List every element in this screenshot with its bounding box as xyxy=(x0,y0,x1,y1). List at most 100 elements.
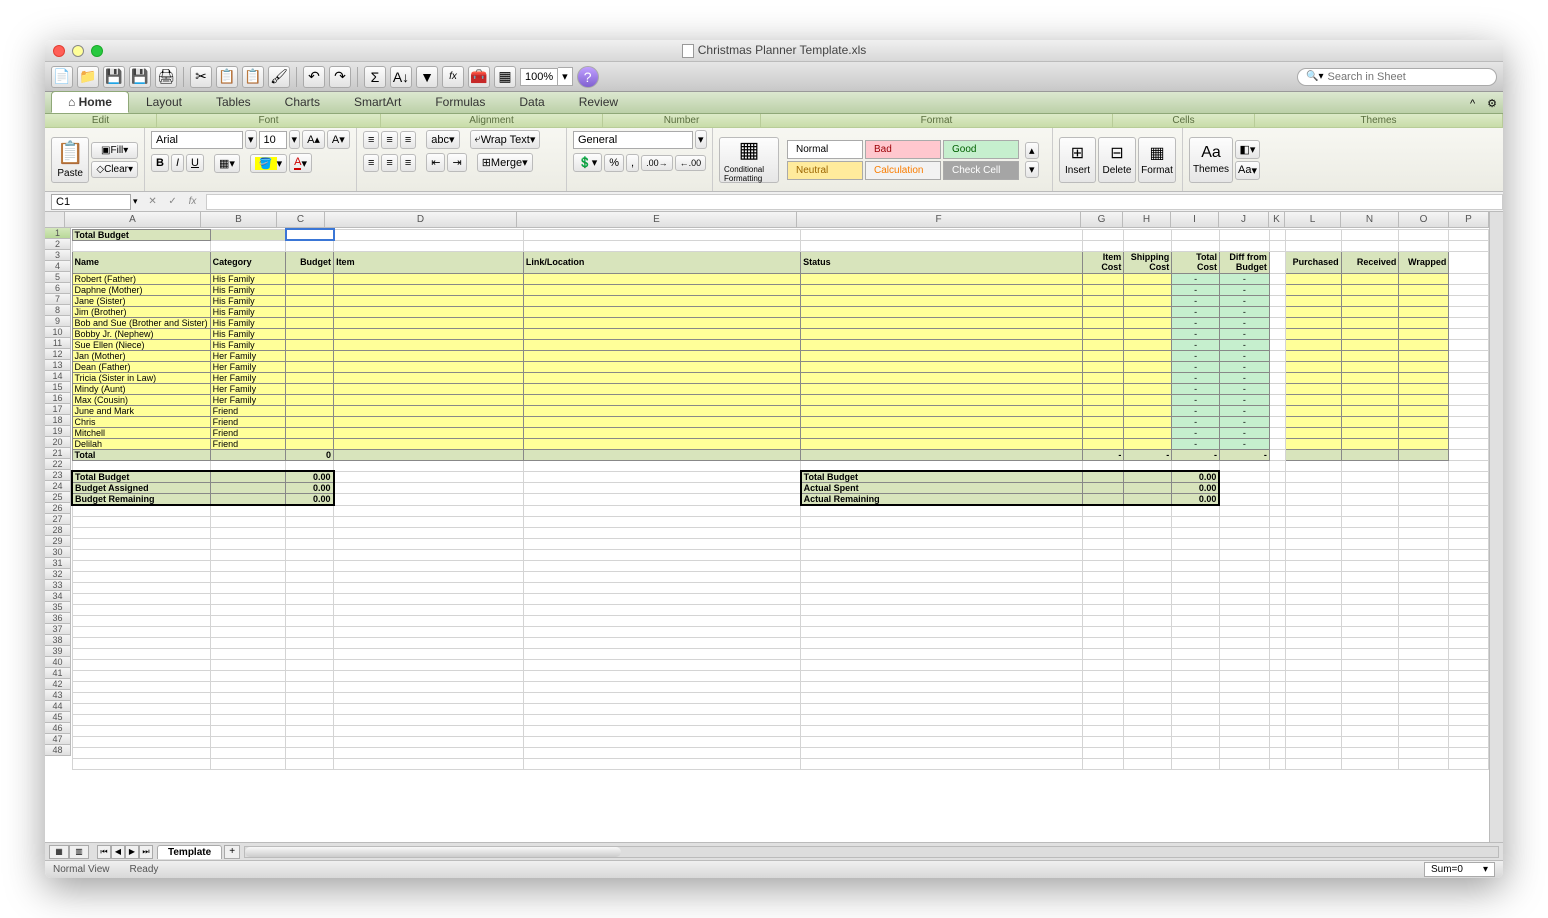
paste-icon[interactable]: 📋 xyxy=(242,66,264,88)
tab-tables[interactable]: Tables xyxy=(199,91,268,113)
row-header-5[interactable]: 5 xyxy=(45,272,71,283)
delete-button[interactable]: ⊟Delete xyxy=(1098,137,1136,183)
column-header-E[interactable]: E xyxy=(517,212,797,228)
row-header-19[interactable]: 19 xyxy=(45,426,71,437)
font-size-input[interactable] xyxy=(259,131,287,149)
percent-button[interactable]: % xyxy=(604,154,624,172)
align-center-button[interactable]: ≡ xyxy=(381,154,397,172)
column-header-B[interactable]: B xyxy=(201,212,277,228)
align-left-button[interactable]: ≡ xyxy=(363,154,379,172)
row-header-47[interactable]: 47 xyxy=(45,734,71,745)
fill-color-button[interactable]: 🪣▾ xyxy=(250,154,287,173)
row-header-46[interactable]: 46 xyxy=(45,723,71,734)
sheet-tab-template[interactable]: Template xyxy=(157,845,222,859)
add-sheet-button[interactable]: + xyxy=(224,845,240,859)
row-header-44[interactable]: 44 xyxy=(45,701,71,712)
spreadsheet-grid[interactable]: ABCDEFGHIJKLNOP 123456789101112131415161… xyxy=(45,212,1503,842)
decrease-font-button[interactable]: A▾ xyxy=(327,130,350,149)
new-file-icon[interactable]: 📄 xyxy=(51,66,73,88)
row-header-36[interactable]: 36 xyxy=(45,613,71,624)
column-header-L[interactable]: L xyxy=(1285,212,1341,228)
underline-button[interactable]: U xyxy=(186,154,204,172)
row-header-32[interactable]: 32 xyxy=(45,569,71,580)
last-sheet-button[interactable]: ⏭ xyxy=(139,845,153,859)
search-input[interactable] xyxy=(1327,71,1488,83)
font-size-dropdown[interactable]: ▾ xyxy=(289,130,301,149)
style-normal[interactable]: Normal xyxy=(787,140,863,159)
row-header-7[interactable]: 7 xyxy=(45,294,71,305)
tab-charts[interactable]: Charts xyxy=(268,91,337,113)
italic-button[interactable]: I xyxy=(171,154,184,172)
column-header-P[interactable]: P xyxy=(1449,212,1489,228)
row-header-30[interactable]: 30 xyxy=(45,547,71,558)
clear-button[interactable]: ◇ Clear ▾ xyxy=(91,161,138,178)
align-right-button[interactable]: ≡ xyxy=(400,154,416,172)
row-header-26[interactable]: 26 xyxy=(45,503,71,514)
prev-sheet-button[interactable]: ◀ xyxy=(111,845,125,859)
row-header-33[interactable]: 33 xyxy=(45,580,71,591)
border-button[interactable]: ▦▾ xyxy=(214,154,240,173)
row-header-31[interactable]: 31 xyxy=(45,558,71,569)
increase-font-button[interactable]: A▴ xyxy=(302,130,325,149)
column-header-K[interactable]: K xyxy=(1269,212,1285,228)
search-box[interactable]: 🔍▾ xyxy=(1297,68,1497,86)
increase-indent-button[interactable]: ⇥ xyxy=(447,153,466,172)
row-header-28[interactable]: 28 xyxy=(45,525,71,536)
page-layout-button[interactable]: ▥ xyxy=(69,845,89,859)
row-header-25[interactable]: 25 xyxy=(45,492,71,503)
help-icon[interactable]: ? xyxy=(577,66,599,88)
tab-data[interactable]: Data xyxy=(502,91,561,113)
tab-smartart[interactable]: SmartArt xyxy=(337,91,418,113)
status-sum[interactable]: Sum=0 ▾ xyxy=(1424,862,1495,877)
font-color-button[interactable]: A▾ xyxy=(289,153,312,173)
column-header-O[interactable]: O xyxy=(1399,212,1449,228)
tab-layout[interactable]: Layout xyxy=(129,91,199,113)
column-header-G[interactable]: G xyxy=(1081,212,1123,228)
formula-input[interactable] xyxy=(206,194,1503,210)
row-header-15[interactable]: 15 xyxy=(45,382,71,393)
row-header-22[interactable]: 22 xyxy=(45,459,71,470)
tab-formulas[interactable]: Formulas xyxy=(418,91,502,113)
style-check-cell[interactable]: Check Cell xyxy=(943,161,1019,180)
column-header-A[interactable]: A xyxy=(65,212,201,228)
column-header-D[interactable]: D xyxy=(325,212,517,228)
row-header-9[interactable]: 9 xyxy=(45,316,71,327)
row-header-42[interactable]: 42 xyxy=(45,679,71,690)
row-header-37[interactable]: 37 xyxy=(45,624,71,635)
increase-decimal-button[interactable]: .00→ xyxy=(641,155,673,171)
styles-scroll-up[interactable]: ▴ xyxy=(1025,142,1039,159)
save-icon[interactable]: 💾 xyxy=(103,66,125,88)
style-neutral[interactable]: Neutral xyxy=(787,161,863,180)
number-format-input[interactable] xyxy=(573,131,693,149)
paste-button[interactable]: 📋Paste xyxy=(51,137,89,183)
conditional-formatting-button[interactable]: ▦Conditional Formatting xyxy=(719,137,779,183)
row-header-11[interactable]: 11 xyxy=(45,338,71,349)
row-header-40[interactable]: 40 xyxy=(45,657,71,668)
select-all-corner[interactable] xyxy=(45,212,65,228)
wrap-text-button[interactable]: ⤶ Wrap Text ▾ xyxy=(470,130,541,149)
cancel-formula-button[interactable]: ✕ xyxy=(144,194,162,210)
style-calculation[interactable]: Calculation xyxy=(865,161,941,180)
tab-home[interactable]: Home xyxy=(51,91,129,113)
row-header-20[interactable]: 20 xyxy=(45,437,71,448)
row-header-27[interactable]: 27 xyxy=(45,514,71,525)
next-sheet-button[interactable]: ▶ xyxy=(125,845,139,859)
styles-scroll-down[interactable]: ▾ xyxy=(1025,161,1039,178)
fill-button[interactable]: ▣ Fill ▾ xyxy=(91,142,138,159)
row-header-10[interactable]: 10 xyxy=(45,327,71,338)
font-name-dropdown[interactable]: ▾ xyxy=(245,130,257,149)
first-sheet-button[interactable]: ⏮ xyxy=(97,845,111,859)
comma-button[interactable]: , xyxy=(626,154,639,172)
column-header-H[interactable]: H xyxy=(1123,212,1171,228)
row-header-18[interactable]: 18 xyxy=(45,415,71,426)
zoom-control[interactable]: 100%▾ xyxy=(520,67,573,86)
style-bad[interactable]: Bad xyxy=(865,140,941,159)
font-name-input[interactable] xyxy=(151,131,243,149)
redo-icon[interactable]: ↷ xyxy=(329,66,351,88)
undo-icon[interactable]: ↶ xyxy=(303,66,325,88)
fx-icon[interactable]: fx xyxy=(442,66,464,88)
decrease-decimal-button[interactable]: ←.00 xyxy=(675,155,707,171)
row-header-21[interactable]: 21 xyxy=(45,448,71,459)
horizontal-scrollbar[interactable] xyxy=(244,846,1499,858)
fx-button[interactable]: fx xyxy=(184,194,202,210)
